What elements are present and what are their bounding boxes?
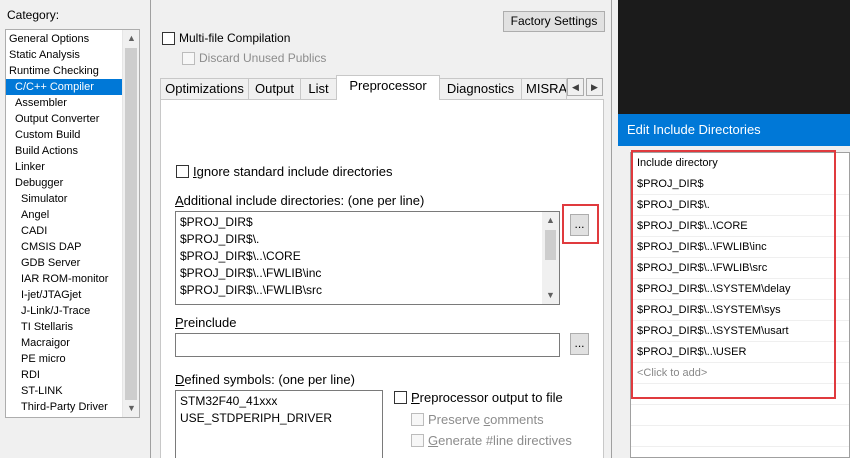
category-item[interactable]: RDI (6, 367, 123, 383)
category-item[interactable]: Macraigor (6, 335, 123, 351)
tab-preprocessor[interactable]: Preprocessor (336, 75, 440, 100)
category-item[interactable]: Custom Build (6, 127, 123, 143)
category-item[interactable]: Angel (6, 207, 123, 223)
defined-symbols-label: Defined symbols: (one per line) (175, 372, 355, 387)
discard-unused-checkbox: Discard Unused Publics (182, 51, 326, 65)
category-item[interactable]: J-Link/J-Trace (6, 303, 123, 319)
tab-diagnostics[interactable]: Diagnostics (439, 78, 522, 99)
include-dir-line: $PROJ_DIR$\..\CORE (180, 249, 301, 263)
preinclude-input[interactable] (175, 333, 560, 357)
category-item[interactable]: Debugger (6, 175, 123, 191)
category-item[interactable]: Static Analysis (6, 47, 123, 63)
category-item[interactable]: Output Converter (6, 111, 123, 127)
scrollbar-thumb[interactable] (545, 230, 556, 260)
checkbox-icon (411, 413, 424, 426)
scroll-down-icon[interactable]: ▼ (123, 400, 139, 417)
scroll-up-icon[interactable]: ▲ (542, 212, 559, 229)
scrollbar-thumb[interactable] (125, 48, 137, 400)
multifile-checkbox[interactable]: Multi-file Compilation (162, 31, 290, 45)
defined-symbol-line: USE_STDPERIPH_DRIVER (180, 411, 333, 425)
edit-include-dialog: Edit Include Directories Include directo… (618, 0, 850, 458)
include-dir-line: $PROJ_DIR$\. (180, 232, 260, 246)
discard-label: Discard Unused Publics (199, 51, 327, 65)
checkbox-icon[interactable] (176, 165, 189, 178)
generate-line-label: Generate #line directives (428, 433, 572, 448)
options-panel: Factory Settings Multi-file Compilation … (150, 0, 612, 458)
scroll-down-icon[interactable]: ▼ (542, 287, 559, 304)
category-item[interactable]: TI Stellaris (6, 319, 123, 335)
tab-output[interactable]: Output (248, 78, 301, 99)
category-item[interactable]: Third-Party Driver (6, 399, 123, 415)
category-item[interactable]: Runtime Checking (6, 63, 123, 79)
preinclude-browse-button[interactable]: ... (570, 333, 589, 355)
tab-scroll-right-icon[interactable]: ▶ (586, 78, 603, 96)
empty-row (631, 405, 849, 426)
category-item[interactable]: General Options (6, 31, 123, 47)
category-item[interactable]: Assembler (6, 95, 123, 111)
checkbox-icon (411, 434, 424, 447)
dialog-title: Edit Include Directories (618, 114, 850, 146)
preinclude-label: Preinclude (175, 315, 237, 330)
ignore-std-include-checkbox[interactable]: Ignore standard include directories (176, 164, 392, 179)
tab-bar: Optimizations Output List Preprocessor D… (160, 75, 605, 100)
pp-output-label: Preprocessor output to file (411, 390, 563, 405)
tab-scroll-left-icon[interactable]: ◀ (567, 78, 584, 96)
defined-symbols-textarea[interactable]: STM32F40_41xxx USE_STDPERIPH_DRIVER (175, 390, 383, 458)
pp-output-checkbox[interactable]: Preprocessor output to file (394, 390, 563, 405)
category-item[interactable]: Build Actions (6, 143, 123, 159)
background-area (618, 0, 850, 114)
ignore-std-include-label: Ignore standard include directories (193, 164, 393, 179)
checkbox-icon[interactable] (394, 391, 407, 404)
generate-line-checkbox: Generate #line directives (411, 433, 572, 448)
defined-symbol-line: STM32F40_41xxx (180, 394, 278, 408)
highlight-frame (631, 150, 836, 399)
category-item[interactable]: IAR ROM-monitor (6, 271, 123, 287)
category-list[interactable]: General Options Static Analysis Runtime … (5, 29, 140, 418)
factory-settings-button[interactable]: Factory Settings (503, 11, 605, 32)
highlight-frame (562, 204, 599, 244)
category-label: Category: (7, 8, 60, 22)
multifile-label: Multi-file Compilation (179, 31, 291, 45)
category-item[interactable]: Simulator (6, 191, 123, 207)
include-dir-line: $PROJ_DIR$\..\FWLIB\src (180, 283, 323, 297)
category-items: General Options Static Analysis Runtime … (6, 31, 123, 415)
include-dirs-label: Additional include directories: (one per… (175, 193, 425, 208)
category-item[interactable]: CADI (6, 223, 123, 239)
category-item[interactable]: Linker (6, 159, 123, 175)
category-item[interactable]: I-jet/JTAGjet (6, 287, 123, 303)
include-dirs-textarea[interactable]: $PROJ_DIR$ $PROJ_DIR$\. $PROJ_DIR$\..\CO… (175, 211, 560, 305)
tab-misra[interactable]: MISRA (521, 78, 567, 99)
category-item-selected[interactable]: C/C++ Compiler (6, 79, 123, 95)
include-dir-line: $PROJ_DIR$ (180, 215, 253, 229)
preprocessor-page: Ignore standard include directories Addi… (160, 99, 604, 458)
scroll-up-icon[interactable]: ▲ (123, 30, 139, 47)
tab-optimizations[interactable]: Optimizations (160, 78, 249, 99)
tab-list[interactable]: List (300, 78, 337, 99)
category-scrollbar[interactable]: ▲ ▼ (122, 30, 139, 417)
checkbox-icon (182, 51, 195, 65)
include-dirs-scrollbar[interactable]: ▲ ▼ (542, 212, 559, 304)
checkbox-icon[interactable] (162, 31, 175, 45)
empty-row (631, 426, 849, 447)
preserve-comments-checkbox: Preserve comments (411, 412, 544, 427)
category-item[interactable]: ST-LINK (6, 383, 123, 399)
category-item[interactable]: CMSIS DAP (6, 239, 123, 255)
include-dir-line: $PROJ_DIR$\..\FWLIB\inc (180, 266, 322, 280)
category-item[interactable]: GDB Server (6, 255, 123, 271)
category-item[interactable]: PE micro (6, 351, 123, 367)
preserve-comments-label: Preserve comments (428, 412, 544, 427)
